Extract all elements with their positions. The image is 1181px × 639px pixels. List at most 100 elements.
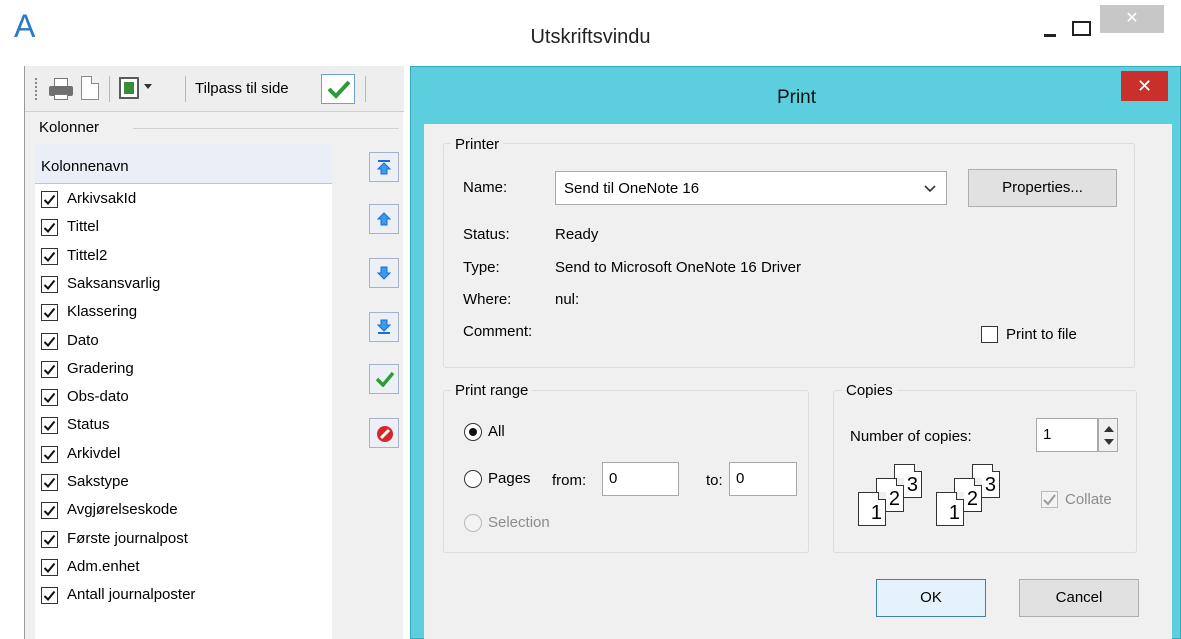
checkmark-icon [43,449,56,460]
where-value: nul: [555,291,580,308]
properties-button[interactable]: Properties... [968,169,1117,207]
ok-button[interactable]: OK [876,579,986,617]
from-input[interactable]: 0 [602,462,679,496]
selection-radio[interactable] [464,514,482,532]
cancel-columns-button[interactable] [369,418,399,448]
column-list-item[interactable]: Sakstype [41,469,331,495]
column-list-item[interactable]: Avgjørelseskode [41,497,331,523]
move-down-icon [376,266,392,280]
column-checkbox[interactable] [41,587,58,605]
confirm-icon [376,371,394,387]
collate-checkbox[interactable] [1041,491,1058,508]
column-name-header[interactable]: Kolonnenavn [35,144,332,184]
checkmark-icon [43,336,56,347]
cancel-button[interactable]: Cancel [1019,579,1139,617]
name-label: Name: [463,179,508,196]
checkmark-icon [43,477,56,488]
page-icon: 1 [936,492,964,526]
columns-list[interactable]: Kolonnenavn ArkivsakId Tittel Tittel2 Saksa… [35,144,332,639]
column-label: Tittel [67,218,99,236]
column-label: Saksansvarlig [67,274,161,292]
column-label: Status [67,416,110,434]
column-checkbox[interactable] [41,360,58,378]
toolbar-separator [109,76,110,102]
page-layout-icon[interactable] [119,77,139,99]
column-list-item[interactable]: Status [41,412,331,438]
move-to-bottom-icon [376,319,392,334]
checkmark-icon [43,308,56,319]
toolbar-grip[interactable] [35,78,38,100]
column-list-item[interactable]: Obs-dato [41,384,331,410]
checkmark-icon [43,562,56,573]
column-list-item[interactable]: Adm.enhet [41,554,331,580]
chevron-down-icon[interactable] [144,84,152,89]
checkmark-icon [43,506,56,517]
column-checkbox[interactable] [41,474,58,491]
confirm-button[interactable] [369,364,399,394]
maximize-button[interactable] [1070,14,1092,42]
column-label: Avgjørelseskode [67,501,178,519]
column-checkbox[interactable] [41,558,58,576]
window-title: Utskriftsvindu [530,26,651,48]
pages-radio[interactable] [464,470,482,488]
selection-label: Selection [488,514,550,531]
column-label: Gradering [67,359,134,377]
number-of-copies-input[interactable]: 1 [1036,418,1098,452]
checkmark-icon [43,421,56,432]
document-icon[interactable] [81,76,99,100]
columns-group-label: Kolonner [39,119,104,136]
printer-name-select[interactable]: Send til OneNote 16 [555,171,947,205]
column-list-item[interactable]: Antall journalposter [41,582,331,608]
column-checkbox[interactable] [41,304,58,322]
column-list-item[interactable]: Første journalpost [41,526,331,552]
column-list-item[interactable]: Arkivdel [41,441,331,467]
move-up-button[interactable] [369,204,399,234]
column-list-item[interactable]: Tittel [41,214,331,240]
checkmark-icon [43,279,56,290]
column-list-item[interactable]: Saksansvarlig [41,271,331,297]
fit-to-page-toggle[interactable] [321,74,355,104]
column-checkbox[interactable] [41,191,58,208]
window-titlebar: A Utskriftsvindu ✕ [0,0,1181,60]
print-icon[interactable] [49,78,73,100]
all-radio[interactable] [464,423,482,441]
column-checkbox[interactable] [41,275,58,293]
toolbar-separator [185,76,186,102]
column-checkbox[interactable] [41,417,58,435]
move-up-icon [376,212,392,226]
cancel-icon [377,426,393,442]
toolbar: Tilpass til side [25,66,404,112]
column-label: Dato [67,331,99,349]
column-list-item[interactable]: Klassering [41,299,331,325]
column-checkbox[interactable] [41,502,58,520]
move-to-bottom-button[interactable] [369,312,399,342]
copies-spinner[interactable] [1098,418,1118,452]
move-down-button[interactable] [369,258,399,288]
chevron-down-icon [924,185,936,193]
checkmark-icon [43,364,56,375]
column-checkbox[interactable] [41,530,58,548]
column-list-item[interactable]: Tittel2 [41,243,331,269]
print-to-file-label: Print to file [1006,326,1077,343]
column-checkbox[interactable] [41,332,58,350]
collate-label: Collate [1065,491,1112,508]
pages-label: Pages [488,470,531,487]
collate-icon: 3 2 1 [936,464,1008,534]
column-checkbox[interactable] [41,247,58,265]
printer-group-label: Printer [451,136,504,153]
column-checkbox[interactable] [41,445,58,463]
column-list-item[interactable]: Dato [41,328,331,354]
to-input[interactable]: 0 [729,462,797,496]
minimize-button[interactable] [1040,14,1062,42]
print-to-file-checkbox[interactable] [981,326,998,343]
move-to-top-button[interactable] [369,152,399,182]
print-close-button[interactable]: ✕ [1121,71,1168,101]
column-list-item[interactable]: Gradering [41,356,331,382]
column-list-item[interactable]: ArkivsakId [41,186,331,212]
print-dialog-body: Printer Name: Send til OneNote 16 Proper… [424,124,1172,639]
column-checkbox[interactable] [41,219,58,237]
checkmark-icon [43,251,56,262]
to-label: to: [706,472,723,489]
window-close-button[interactable]: ✕ [1100,5,1164,33]
column-checkbox[interactable] [41,389,58,407]
